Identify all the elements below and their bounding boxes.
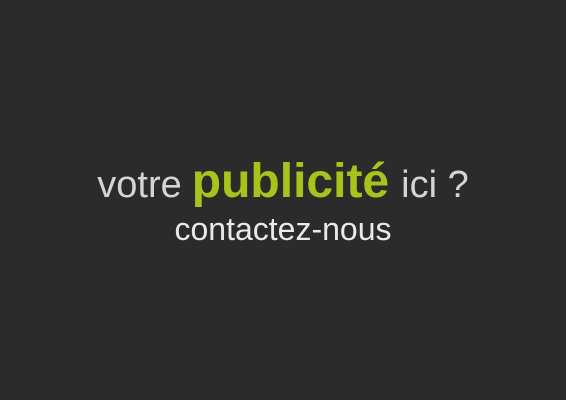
ad-headline: votre publicité ici ? [0,158,566,206]
contact-link-text[interactable]: contactez-nous [0,213,566,245]
headline-word-ici: ici ? [401,164,469,206]
advertisement-placeholder[interactable]: votre publicité ici ? contactez-nous [0,0,566,400]
headline-word-publicite: publicité [191,155,390,208]
headline-word-votre: votre [97,164,182,206]
